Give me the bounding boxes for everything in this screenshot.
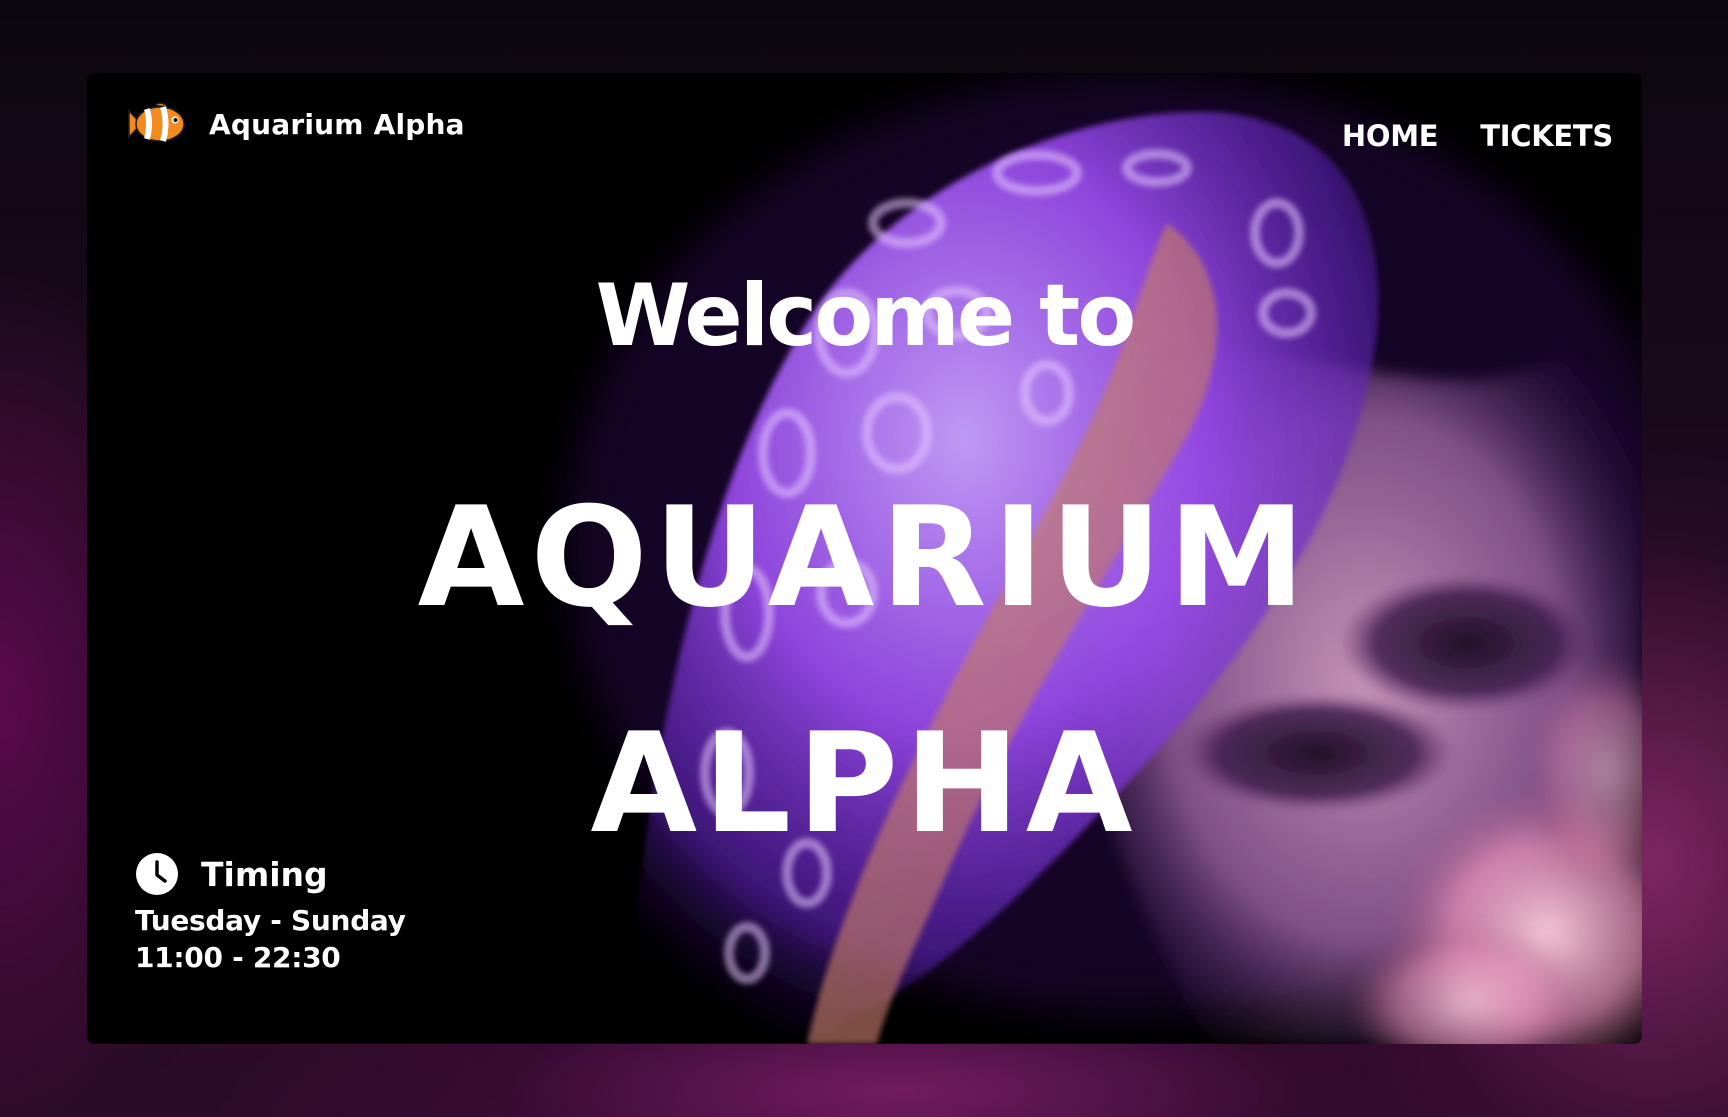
clock-icon: [136, 853, 178, 895]
brand-name: Aquarium Alpha: [209, 107, 465, 141]
hero-welcome-text: Welcome to: [595, 266, 1137, 366]
hero-title: AQUARIUM ALPHA: [87, 445, 1642, 897]
clownfish-icon: [128, 102, 185, 142]
timing-hours: 11:00 - 22:30: [135, 941, 341, 974]
hero-section: Aquarium Alpha HOME TICKETS Welcome to A…: [87, 73, 1642, 1044]
timing-details: Tuesday - Sunday 11:00 - 22:30: [135, 902, 406, 976]
hero-title-line1: AQUARIUM: [417, 477, 1312, 638]
timing-label: Timing: [201, 854, 328, 894]
brand[interactable]: Aquarium Alpha: [125, 101, 465, 147]
timing-header: Timing: [135, 852, 406, 896]
nav-home-link[interactable]: HOME: [1342, 119, 1439, 153]
main-nav: HOME TICKETS: [1342, 119, 1613, 153]
nav-tickets-link[interactable]: TICKETS: [1480, 119, 1613, 153]
timing-info: Timing Tuesday - Sunday 11:00 - 22:30: [135, 852, 406, 976]
timing-days: Tuesday - Sunday: [135, 904, 406, 937]
